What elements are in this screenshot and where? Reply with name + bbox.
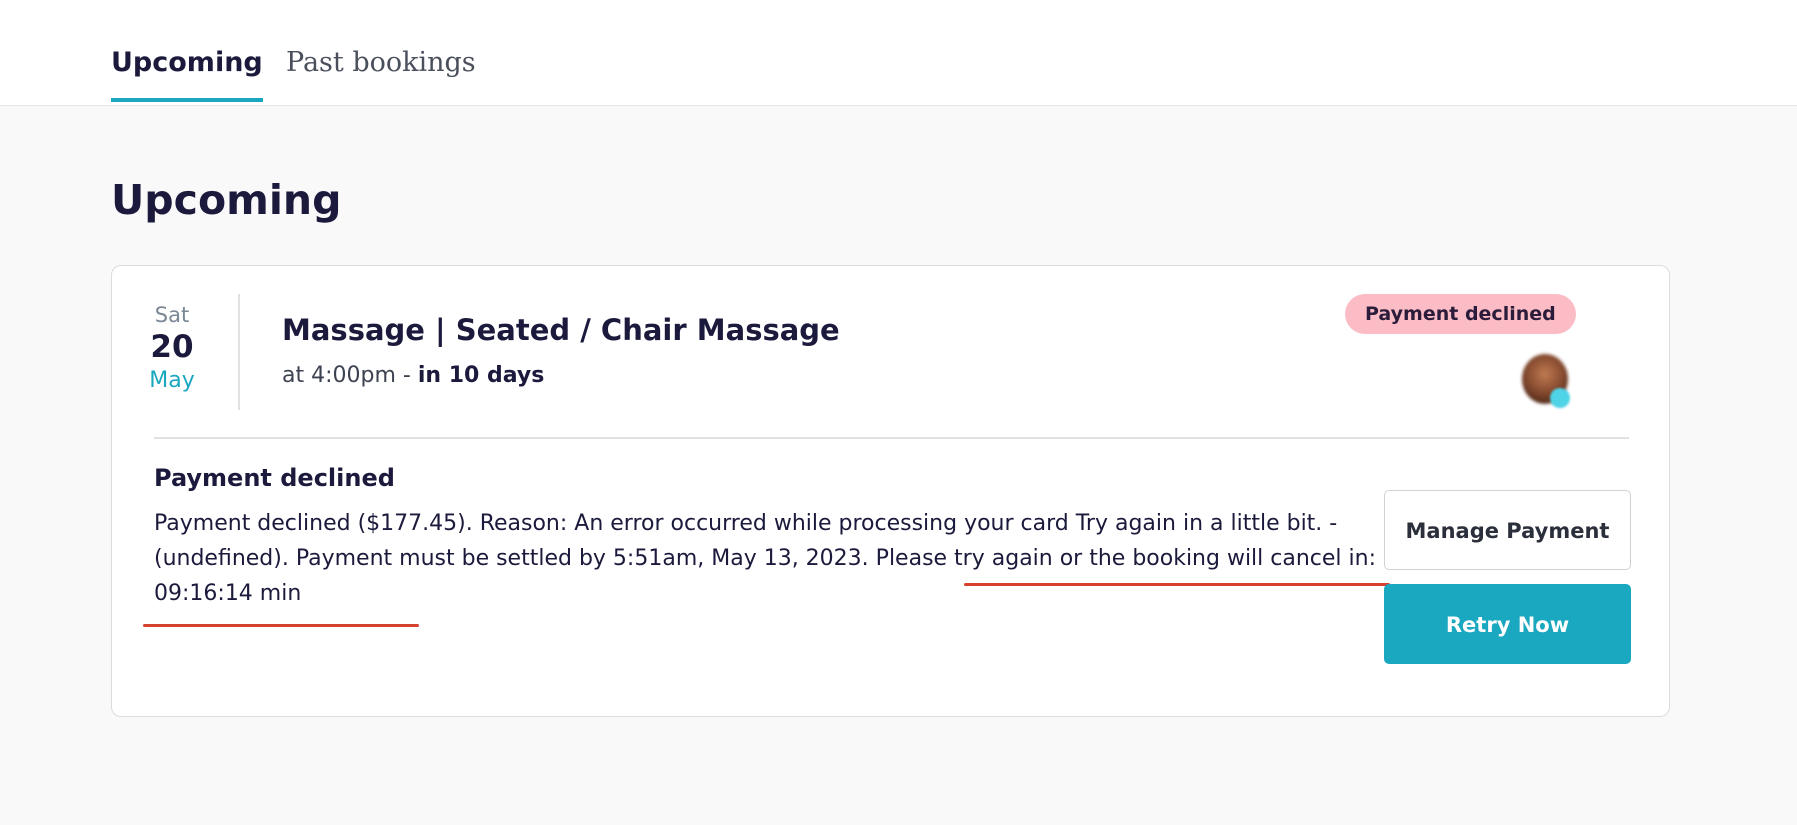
booking-date: Sat 20 May xyxy=(140,302,204,396)
booking-card: Sat 20 May Massage | Seated / Chair Mass… xyxy=(111,265,1670,717)
payment-declined-heading: Payment declined xyxy=(154,464,395,492)
booking-title[interactable]: Massage | Seated / Chair Massage xyxy=(282,311,840,349)
annotation-underline xyxy=(143,624,419,627)
tab-past-bookings[interactable]: Past bookings xyxy=(286,46,476,80)
booking-time-prefix: at 4:00pm - xyxy=(282,363,418,388)
retry-now-button[interactable]: Retry Now xyxy=(1384,584,1631,664)
card-divider xyxy=(154,437,1629,439)
booking-time: at 4:00pm - in 10 days xyxy=(282,361,544,391)
manage-payment-button[interactable]: Manage Payment xyxy=(1384,490,1631,570)
booking-weekday: Sat xyxy=(154,303,190,327)
booking-day: 20 xyxy=(150,329,194,365)
booking-month: May xyxy=(149,368,195,393)
payment-declined-message: Payment declined ($177.45). Reason: An e… xyxy=(154,506,1384,611)
tab-upcoming[interactable]: Upcoming xyxy=(111,46,263,102)
online-status-dot xyxy=(1550,388,1570,408)
date-divider xyxy=(238,294,240,410)
top-nav-bar: Upcoming Past bookings xyxy=(0,0,1797,106)
status-badge: Payment declined xyxy=(1345,294,1576,334)
annotation-underline xyxy=(964,583,1390,586)
page-title: Upcoming xyxy=(111,176,342,224)
booking-time-relative: in 10 days xyxy=(417,363,545,388)
